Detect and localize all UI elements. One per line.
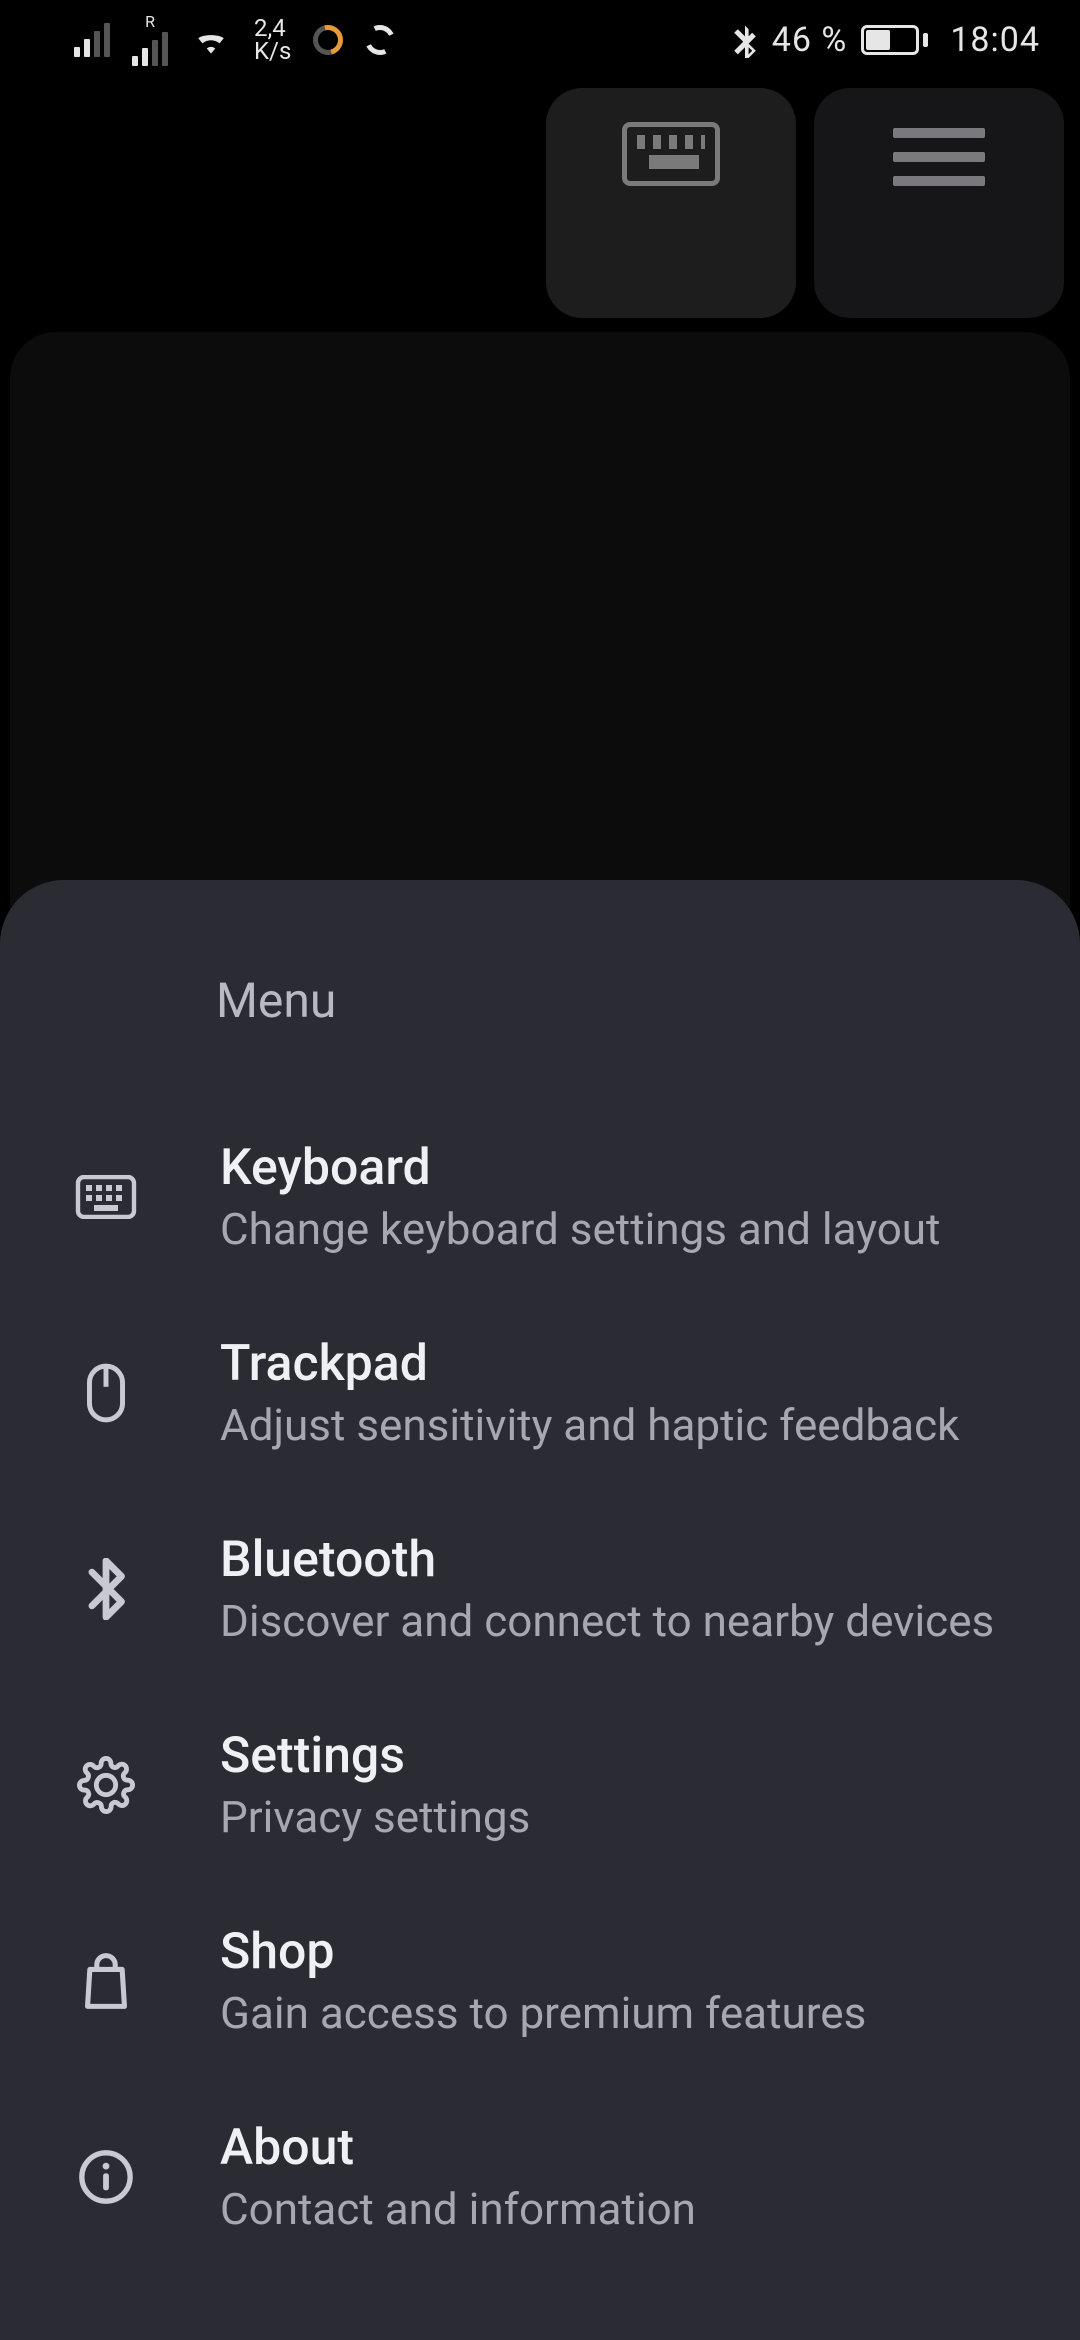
wifi-icon [190, 23, 232, 57]
net-rate-unit: K/s [254, 40, 291, 63]
menu-item-subtitle: Discover and connect to nearby devices [220, 1595, 994, 1647]
battery-percent: 46 % [772, 20, 848, 60]
menu-mode-card[interactable] [814, 88, 1064, 318]
menu-item-about[interactable]: About Contact and information [56, 2079, 1024, 2275]
roaming-label: R [145, 14, 155, 30]
menu-item-title: Keyboard [220, 1139, 940, 1197]
mouse-icon [56, 1362, 156, 1424]
keyboard-icon [622, 122, 720, 186]
gear-icon [56, 1756, 156, 1814]
sheet-title: Menu [216, 972, 1024, 1029]
menu-item-bluetooth[interactable]: Bluetooth Discover and connect to nearby… [56, 1491, 1024, 1687]
menu-item-subtitle: Adjust sensitivity and haptic feedback [220, 1399, 959, 1451]
menu-item-settings[interactable]: Settings Privacy settings [56, 1687, 1024, 1883]
menu-item-trackpad[interactable]: Trackpad Adjust sensitivity and haptic f… [56, 1295, 1024, 1491]
menu-item-shop[interactable]: Shop Gain access to premium features [56, 1883, 1024, 2079]
hamburger-icon [893, 128, 985, 186]
menu-item-subtitle: Gain access to premium features [220, 1987, 866, 2039]
clock: 18:04 [950, 20, 1040, 60]
signal-sim1-icon [74, 23, 110, 57]
menu-item-title: Trackpad [220, 1335, 959, 1393]
menu-item-subtitle: Change keyboard settings and layout [220, 1203, 940, 1255]
menu-item-title: Shop [220, 1923, 866, 1981]
menu-item-keyboard[interactable]: Keyboard Change keyboard settings and la… [56, 1099, 1024, 1295]
status-right: 46 % 18:04 [732, 20, 1040, 60]
battery-icon [861, 25, 928, 55]
bluetooth-icon [56, 1558, 156, 1620]
menu-item-subtitle: Privacy settings [220, 1791, 530, 1843]
bag-icon [56, 1951, 156, 2011]
bluetooth-icon [732, 22, 758, 58]
menu-item-title: About [220, 2119, 696, 2177]
menu-item-subtitle: Contact and information [220, 2183, 696, 2235]
menu-item-title: Bluetooth [220, 1531, 994, 1589]
signal-sim2-icon: R [132, 14, 168, 66]
data-usage-icon [308, 20, 349, 61]
mode-switcher [546, 88, 1064, 318]
info-icon [56, 2148, 156, 2206]
status-left: R 2,4 K/s [74, 14, 395, 66]
menu-item-title: Settings [220, 1727, 530, 1785]
keyboard-icon [56, 1175, 156, 1219]
network-rate: 2,4 K/s [254, 17, 291, 63]
status-bar: R 2,4 K/s 46 % 18:04 [0, 0, 1080, 80]
sync-icon [361, 21, 399, 59]
menu-sheet: Menu Keyboard Change keyboard settings a… [0, 880, 1080, 2340]
keyboard-mode-card[interactable] [546, 88, 796, 318]
